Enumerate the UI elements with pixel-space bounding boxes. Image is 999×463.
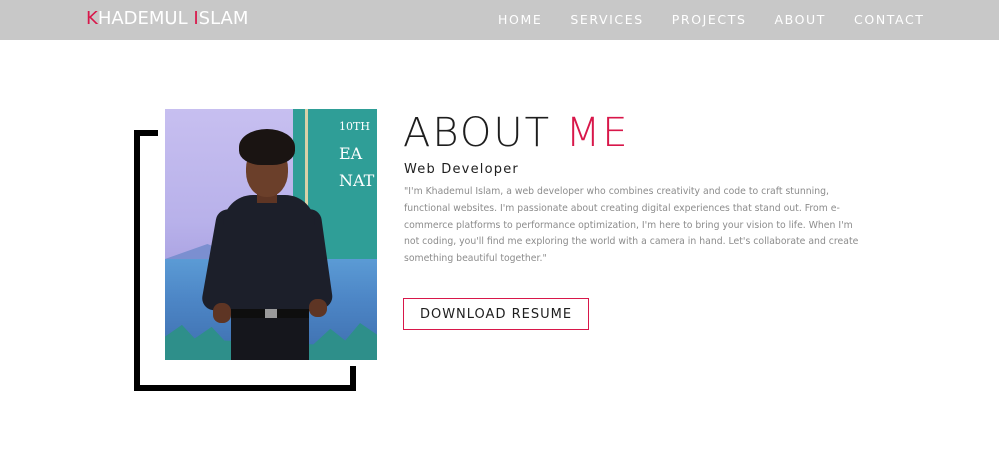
- logo-initial-k: K: [86, 8, 98, 29]
- person-left-hand: [213, 303, 231, 323]
- site-logo[interactable]: KHADEMUL ISLAM: [86, 8, 248, 29]
- about-title-main: ABOUT: [403, 110, 566, 156]
- person-figure: [200, 129, 349, 360]
- logo-last-name: SLAM: [198, 8, 249, 29]
- about-title-accent: ME: [565, 110, 630, 156]
- person-hair: [239, 129, 295, 165]
- person-shirt: [223, 195, 315, 311]
- person-pants: [231, 317, 309, 360]
- navbar: KHADEMUL ISLAM HOME SERVICES PROJECTS AB…: [0, 0, 999, 40]
- nav-about[interactable]: ABOUT: [775, 12, 827, 27]
- profile-photo: 10TH EA NAT: [165, 109, 377, 360]
- nav-contact[interactable]: CONTACT: [854, 12, 924, 27]
- person-belt-buckle: [265, 309, 277, 318]
- frame-bottom-bar: [134, 385, 356, 391]
- download-resume-button[interactable]: DOWNLOAD RESUME: [403, 298, 589, 330]
- about-title: ABOUT ME: [403, 110, 630, 156]
- bio-paragraph: "I'm Khademul Islam, a web developer who…: [404, 186, 859, 265]
- main-nav: HOME SERVICES PROJECTS ABOUT CONTACT: [498, 12, 925, 27]
- nav-projects[interactable]: PROJECTS: [672, 12, 747, 27]
- nav-home[interactable]: HOME: [498, 12, 542, 27]
- frame-left-bar: [134, 130, 140, 391]
- logo-first-name: HADEMUL: [97, 8, 194, 29]
- frame-right-bar: [350, 366, 356, 391]
- person-right-hand: [309, 299, 327, 317]
- role-subtitle: Web Developer: [404, 162, 519, 177]
- nav-services[interactable]: SERVICES: [570, 12, 643, 27]
